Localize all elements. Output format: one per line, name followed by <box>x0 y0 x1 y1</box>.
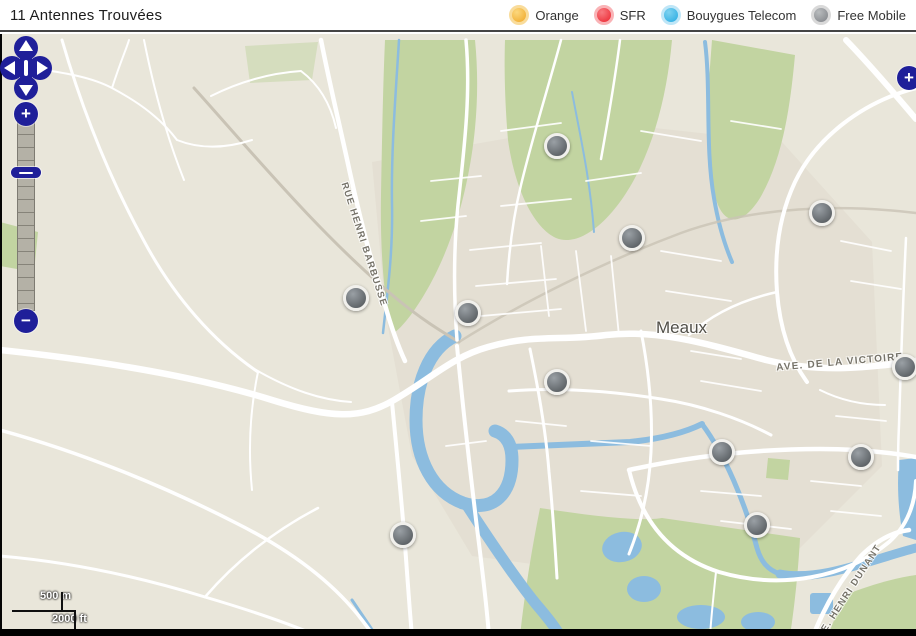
scale-bar: 500 m 2000 ft <box>0 584 110 634</box>
operator-color-icon <box>811 5 831 25</box>
zoom-out-button[interactable]: − <box>14 309 38 333</box>
header: 11 Antennes Trouvées Orange SFR Bouygues T… <box>0 0 916 32</box>
antenna-marker[interactable] <box>848 444 874 470</box>
antenna-marker[interactable] <box>390 522 416 548</box>
scale-metric-tick <box>61 592 63 612</box>
map-viewport[interactable]: Meaux RUE HENRI BARBUSSE AVE. DE LA VICT… <box>0 34 916 636</box>
operator-color-icon <box>594 5 614 25</box>
legend-item-bouygues-telecom: Bouygues Telecom <box>661 5 797 25</box>
zoom-in-button-right[interactable]: + <box>897 66 916 90</box>
pan-center-handle <box>24 60 28 76</box>
handle-minus-icon <box>19 172 33 174</box>
antenna-marker[interactable] <box>455 300 481 326</box>
zoom-slider-track[interactable] <box>17 121 35 311</box>
zoom-in-button[interactable]: + <box>14 102 38 126</box>
antenna-marker[interactable] <box>809 200 835 226</box>
antenna-marker[interactable] <box>343 285 369 311</box>
markers-layer <box>0 34 916 636</box>
legend-item-orange: Orange <box>509 5 578 25</box>
operator-color-icon <box>661 5 681 25</box>
legend-label: Orange <box>535 8 578 23</box>
operator-color-icon <box>509 5 529 25</box>
legend-item-sfr: SFR <box>594 5 646 25</box>
legend-label: Free Mobile <box>837 8 906 23</box>
legend-label: SFR <box>620 8 646 23</box>
scale-imperial-label: 2000 ft <box>52 613 87 625</box>
map-pan-control[interactable] <box>0 34 52 102</box>
scale-metric-label: 500 m <box>40 590 71 602</box>
antenna-marker[interactable] <box>544 133 570 159</box>
antenna-marker[interactable] <box>892 354 916 380</box>
antenna-marker[interactable] <box>544 369 570 395</box>
legend: Orange SFR Bouygues Telecom Free Mobile <box>509 5 906 25</box>
antenna-marker[interactable] <box>709 439 735 465</box>
antenna-marker[interactable] <box>744 512 770 538</box>
scale-baseline <box>12 610 76 612</box>
attribution-bar <box>0 629 916 636</box>
antenna-marker[interactable] <box>619 225 645 251</box>
page-title: 11 Antennes Trouvées <box>10 7 162 24</box>
zoom-slider-handle[interactable] <box>11 167 41 178</box>
legend-label: Bouygues Telecom <box>687 8 797 23</box>
legend-item-free-mobile: Free Mobile <box>811 5 906 25</box>
scale-imperial-tick <box>74 610 76 630</box>
